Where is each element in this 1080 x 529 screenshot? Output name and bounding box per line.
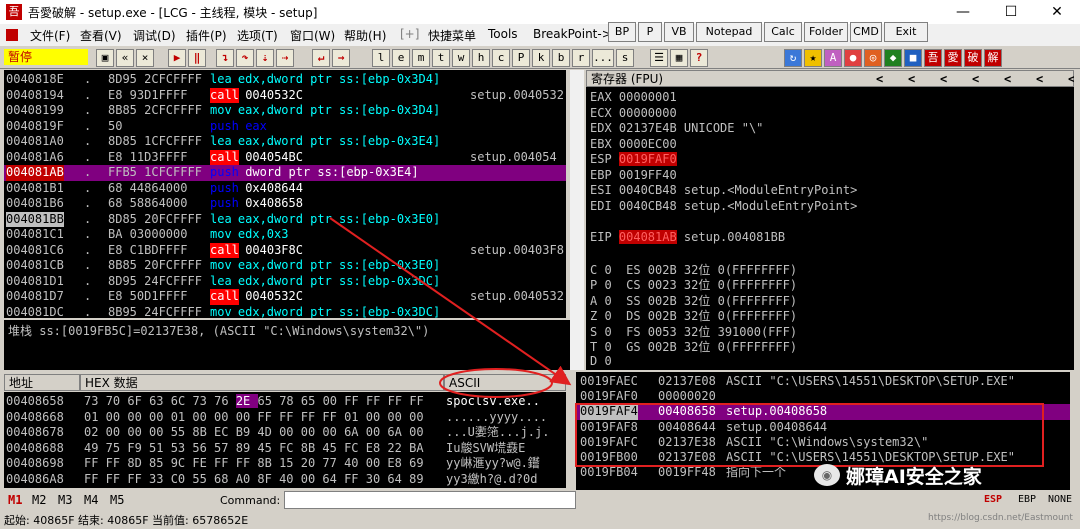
wechat-icon: ◉ <box>814 464 840 486</box>
tab-m3[interactable]: M3 <box>58 493 72 507</box>
stack-annotation-box <box>575 403 1044 467</box>
tab-m4[interactable]: M4 <box>84 493 98 507</box>
annotation-arrow <box>329 217 572 386</box>
none-toggle[interactable]: NONE <box>1048 494 1072 505</box>
command-input[interactable] <box>284 491 576 509</box>
status-text: 起始: 40865F 结束: 40865F 当前值: 6578652E <box>4 514 249 527</box>
tab-m2[interactable]: M2 <box>32 493 46 507</box>
status-bar: 起始: 40865F 结束: 40865F 当前值: 6578652E http… <box>0 510 1080 529</box>
watermark: ◉ 娜璋AI安全之家 <box>814 462 1064 490</box>
ascii-annotation-ellipse <box>439 368 553 398</box>
annotation-overlay <box>329 217 1044 467</box>
esp-toggle[interactable]: ESP <box>984 494 1002 505</box>
ebp-toggle[interactable]: EBP <box>1018 494 1036 505</box>
watermark-url: https://blog.csdn.net/Eastmount <box>928 513 1073 523</box>
watermark-name: 娜璋AI安全之家 <box>846 466 982 488</box>
tab-m5[interactable]: M5 <box>110 493 124 507</box>
bottom-bar: M1 M2 M3 M4 M5 Command: ESP EBP NONE <box>0 490 1080 510</box>
tab-m1[interactable]: M1 <box>8 493 22 507</box>
command-label: Command: <box>220 494 281 507</box>
